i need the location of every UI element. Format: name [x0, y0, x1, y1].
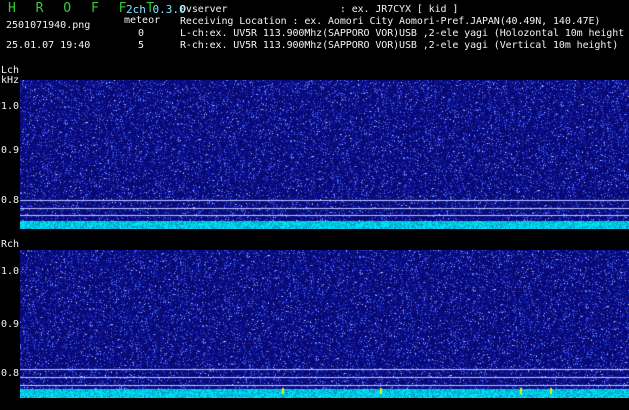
- lch-waterfall: [20, 80, 629, 229]
- observer-line: Ovserver : ex. JR7CYX [ kid ]: [180, 4, 459, 15]
- rch-ytick: 0.9: [1, 319, 20, 330]
- record-filename: 2501071940.png: [6, 20, 91, 31]
- meteor-count-label: meteor: [124, 15, 161, 26]
- rch-station-line: R-ch:ex. UV5R 113.900Mhz(SAPPORO VOR)USB…: [180, 40, 619, 51]
- record-datetime: 25.01.07 19:40: [6, 40, 91, 51]
- rch-label: Rch: [1, 239, 20, 250]
- lch-ytick: 0.8: [1, 195, 20, 206]
- lch-ytick: 0.9: [1, 145, 20, 156]
- rch-ytick: 1.0: [1, 266, 20, 277]
- rch-ytick: 0.8: [1, 368, 20, 379]
- rch-waterfall: [20, 250, 629, 398]
- khz-unit-label: kHz: [1, 75, 20, 86]
- lch-ytick: 1.0: [1, 101, 20, 112]
- meteor-count-lch: 0: [138, 28, 145, 39]
- meteor-count-rch: 5: [138, 40, 145, 51]
- location-line: Receiving Location : ex. Aomori City Aom…: [180, 16, 601, 27]
- app-version: 2ch 0.3.0: [126, 3, 186, 16]
- lch-station-line: L-ch:ex. UV5R 113.900Mhz(SAPPORO VOR)USB…: [180, 28, 625, 39]
